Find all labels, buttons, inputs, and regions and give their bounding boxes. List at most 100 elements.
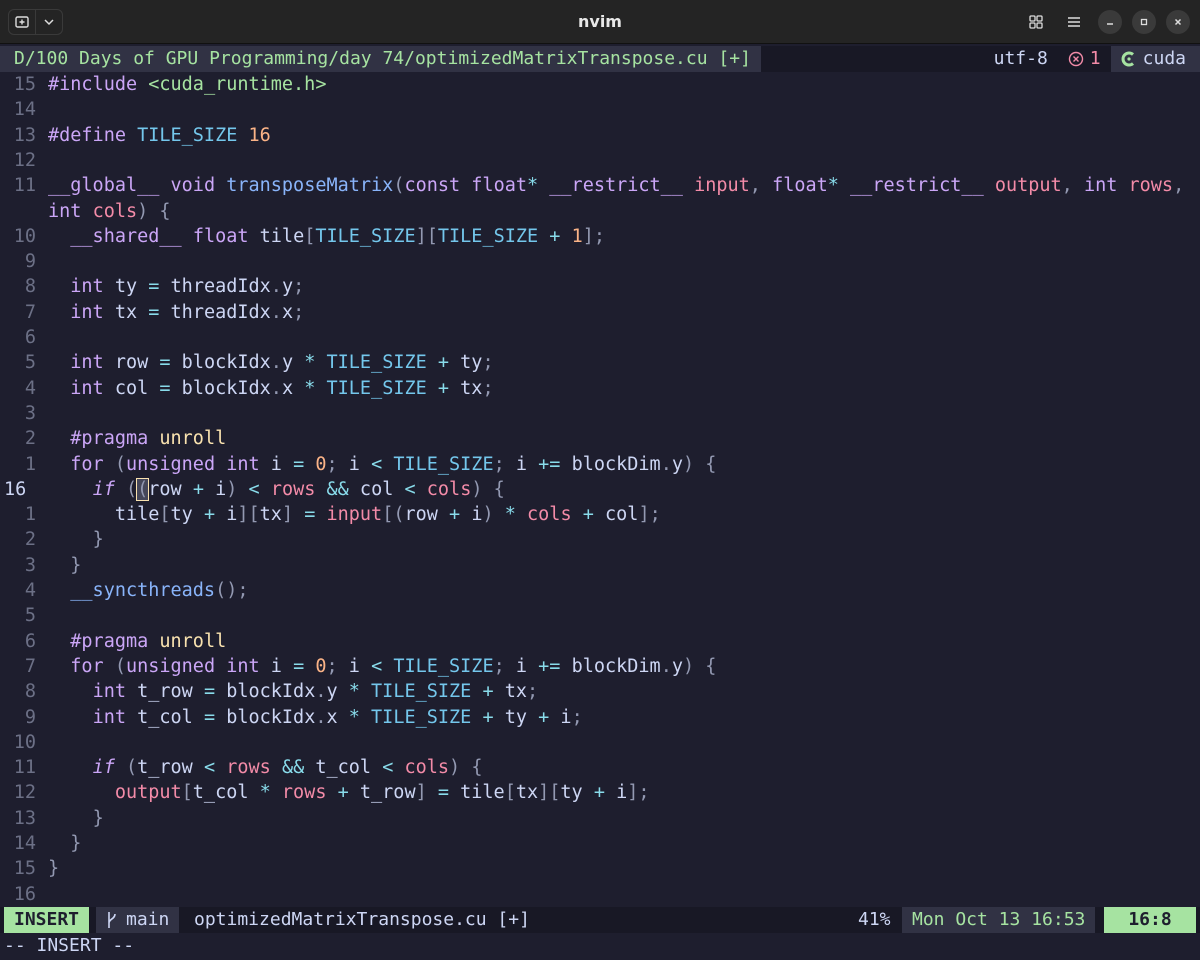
new-tab-button[interactable]	[9, 10, 35, 34]
code-text[interactable]: #pragma unroll	[48, 629, 226, 654]
encoding-indicator: utf-8	[983, 46, 1058, 72]
code-text[interactable]: int cols) {	[48, 199, 171, 224]
code-line[interactable]: 15}	[0, 856, 1200, 881]
branch-name: main	[126, 909, 170, 930]
code-line[interactable]: 4 __syncthreads();	[0, 578, 1200, 603]
tab-overview-button[interactable]	[1022, 8, 1050, 36]
code-line[interactable]: 10	[0, 730, 1200, 755]
buffer-tabline: D/100 Days of GPU Programming/day 74/opt…	[0, 46, 1200, 72]
scroll-percent: 41%	[858, 909, 891, 930]
code-text[interactable]: }	[48, 553, 81, 578]
code-text[interactable]: if (t_row < rows && t_col < cols) {	[48, 755, 483, 780]
menu-dropdown-button[interactable]	[36, 10, 62, 34]
statusline: INSERT main optimizedMatrixTranspose.cu …	[0, 907, 1200, 933]
diagnostics-indicator[interactable]: 1	[1057, 46, 1111, 72]
line-number: 16	[4, 478, 27, 500]
maximize-button[interactable]	[1132, 10, 1156, 34]
code-text[interactable]: __global__ void transposeMatrix(const fl…	[48, 173, 1184, 198]
line-number: 16	[13, 883, 36, 905]
tab-controls	[8, 9, 63, 35]
code-text[interactable]: #define TILE_SIZE 16	[48, 123, 271, 148]
code-line[interactable]: 6	[0, 325, 1200, 350]
code-line[interactable]: 13 }	[0, 806, 1200, 831]
command-line[interactable]: -- INSERT --	[0, 933, 1200, 960]
line-number: 2	[24, 529, 36, 551]
code-line[interactable]: 16 if ((row + i) < rows && col < cols) {	[0, 477, 1200, 502]
git-branch-icon	[108, 912, 116, 928]
line-number: 12	[13, 782, 36, 804]
code-line[interactable]: 15 #include <cuda_runtime.h>	[0, 72, 1200, 97]
code-line[interactable]: 3 }	[0, 553, 1200, 578]
filetype-label: cuda	[1142, 48, 1186, 69]
git-branch[interactable]: main	[96, 907, 180, 933]
buffer-tab[interactable]: D/100 Days of GPU Programming/day 74/opt…	[0, 46, 761, 72]
code-text[interactable]: int t_col = blockIdx.x * TILE_SIZE + ty …	[48, 705, 583, 730]
code-line[interactable]: 11 __global__ void transposeMatrix(const …	[0, 173, 1200, 198]
code-editor[interactable]: 15 #include <cuda_runtime.h> 14 13 #define T…	[0, 72, 1200, 906]
code-text[interactable]: }	[48, 856, 59, 881]
hamburger-menu-button[interactable]	[1060, 8, 1088, 36]
code-line[interactable]: 7 int tx = threadIdx.x;	[0, 300, 1200, 325]
code-line[interactable]: 9	[0, 249, 1200, 274]
code-line[interactable]: 8 int t_row = blockIdx.y * TILE_SIZE + t…	[0, 679, 1200, 704]
error-icon	[1068, 51, 1083, 67]
code-text[interactable]: __syncthreads();	[48, 578, 248, 603]
code-text[interactable]: __shared__ float tile[TILE_SIZE][TILE_SI…	[48, 224, 605, 249]
code-text[interactable]: for (unsigned int i = 0; i < TILE_SIZE; …	[48, 452, 716, 477]
code-line[interactable]: 16	[0, 882, 1200, 907]
line-number: 10	[13, 731, 36, 753]
code-line[interactable]: 14	[0, 97, 1200, 122]
code-line[interactable]: 2 }	[0, 527, 1200, 552]
code-line[interactable]: 10 __shared__ float tile[TILE_SIZE][TILE…	[0, 224, 1200, 249]
minimize-button[interactable]	[1098, 10, 1122, 34]
code-line[interactable]: 12 output[t_col * rows + t_row] = tile[t…	[0, 780, 1200, 805]
code-line[interactable]: 12	[0, 148, 1200, 173]
code-line[interactable]: 3	[0, 401, 1200, 426]
menu-icon	[1068, 17, 1080, 27]
line-number: 6	[24, 327, 36, 348]
code-line[interactable]: 9 int t_col = blockIdx.x * TILE_SIZE + t…	[0, 705, 1200, 730]
code-text[interactable]: int col = blockIdx.x * TILE_SIZE + tx;	[48, 376, 493, 401]
code-text[interactable]: tile[ty + i][tx] = input[(row + i) * col…	[48, 502, 661, 527]
code-line[interactable]: 5	[0, 603, 1200, 628]
code-line[interactable]: 1 for (unsigned int i = 0; i < TILE_SIZE…	[0, 452, 1200, 477]
code-line[interactable]: 2 #pragma unroll	[0, 426, 1200, 451]
line-number: 3	[24, 554, 36, 576]
code-text[interactable]: #include <cuda_runtime.h>	[48, 72, 326, 97]
code-text[interactable]: #pragma unroll	[48, 426, 226, 451]
code-line[interactable]: 1 tile[ty + i][tx] = input[(row + i) * c…	[0, 502, 1200, 527]
minimize-icon	[1107, 23, 1113, 25]
code-text[interactable]: int t_row = blockIdx.y * TILE_SIZE + tx;	[48, 679, 539, 704]
window-title: nvim	[578, 12, 622, 31]
line-number: 1	[24, 453, 36, 475]
code-line[interactable]: int cols) {	[0, 199, 1200, 224]
code-text[interactable]: }	[48, 806, 104, 831]
code-line[interactable]: 14 }	[0, 831, 1200, 856]
line-number: 4	[24, 580, 36, 601]
code-text[interactable]: int tx = threadIdx.x;	[48, 300, 304, 325]
code-line[interactable]: 8 int ty = threadIdx.y;	[0, 274, 1200, 299]
line-number: 9	[24, 706, 36, 728]
code-text[interactable]: if ((row + i) < rows && col < cols) {	[48, 477, 505, 502]
line-number: 12	[13, 149, 36, 171]
code-text[interactable]: output[t_col * rows + t_row] = tile[tx][…	[48, 780, 650, 805]
code-text[interactable]: for (unsigned int i = 0; i < TILE_SIZE; …	[48, 654, 716, 679]
window-titlebar: nvim	[0, 0, 1200, 44]
code-line[interactable]: 11 if (t_row < rows && t_col < cols) {	[0, 755, 1200, 780]
chevron-down-icon	[44, 19, 54, 26]
line-number: 14	[13, 99, 36, 121]
code-line[interactable]: 7 for (unsigned int i = 0; i < TILE_SIZE…	[0, 654, 1200, 679]
close-button[interactable]	[1166, 10, 1190, 34]
code-line[interactable]: 5 int row = blockIdx.y * TILE_SIZE + ty;	[0, 350, 1200, 375]
code-text[interactable]: }	[48, 831, 81, 856]
code-line[interactable]: 6 #pragma unroll	[0, 629, 1200, 654]
restore-icon	[1140, 18, 1148, 26]
line-number: 8	[24, 276, 36, 298]
code-text[interactable]: int row = blockIdx.y * TILE_SIZE + ty;	[48, 350, 493, 375]
code-text[interactable]: int ty = threadIdx.y;	[48, 274, 304, 299]
status-filename: optimizedMatrixTranspose.cu [+]	[194, 909, 530, 930]
code-line[interactable]: 13 #define TILE_SIZE 16	[0, 123, 1200, 148]
code-text[interactable]: }	[48, 527, 104, 552]
code-line[interactable]: 4 int col = blockIdx.x * TILE_SIZE + tx;	[0, 376, 1200, 401]
line-number: 13	[13, 807, 36, 829]
